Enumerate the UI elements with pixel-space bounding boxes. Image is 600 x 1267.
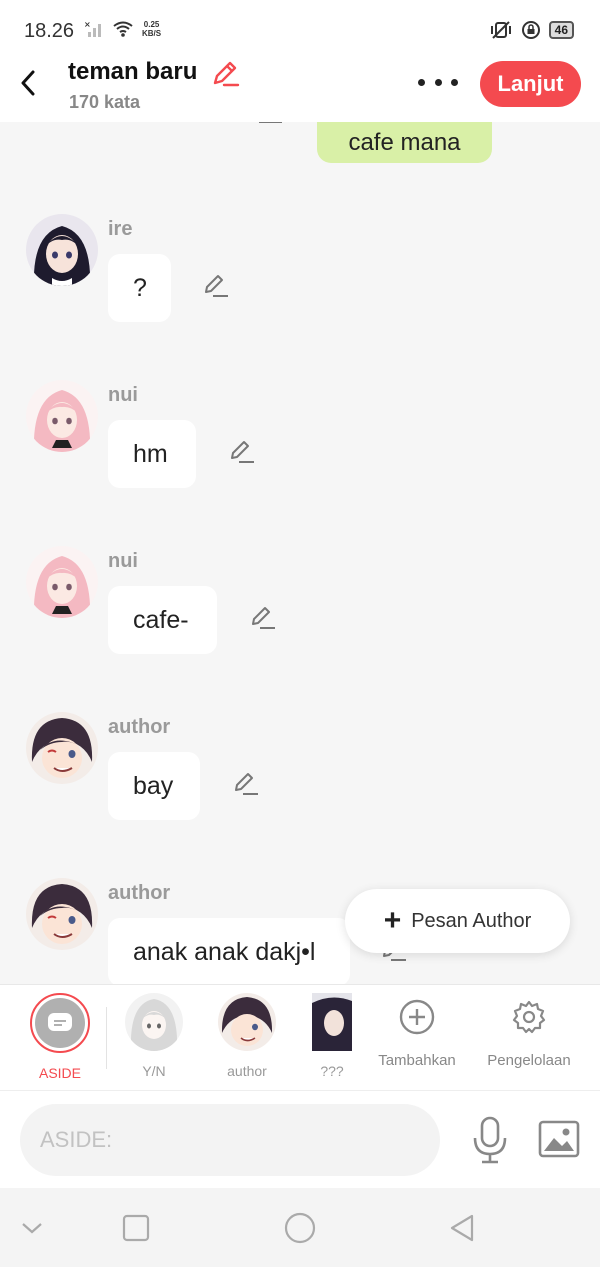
chat-bubble-icon [48,1013,72,1031]
message-row: nui hm [0,380,600,540]
add-author-message-button[interactable]: + Pesan Author [345,889,570,953]
chat-area[interactable]: cafe mana ire ? nui hm nui cafe- author … [0,122,600,984]
character-label: ??? [320,1063,344,1079]
wifi-icon [113,21,133,37]
microphone-icon[interactable] [470,1116,510,1164]
character-label: author [227,1063,267,1079]
character-unknown[interactable]: ??? [302,993,362,1079]
nav-hide-button[interactable] [14,1210,50,1246]
message-bubble[interactable]: ? [108,254,171,322]
word-count: 170 kata [69,92,141,112]
system-navigation-bar [0,1188,600,1267]
sender-name: author [108,882,171,904]
edit-message-icon[interactable] [202,272,230,300]
character-yn[interactable]: Y/N [117,993,191,1079]
plus-icon: + [383,904,402,937]
character-author[interactable]: author [210,993,284,1079]
status-bar: 18.26 × 0.25 KB/S 46 [0,0,600,56]
message-input[interactable] [20,1104,440,1176]
sender-name: nui [108,384,138,406]
edit-message-icon[interactable] [228,438,256,466]
avatar[interactable] [26,712,98,784]
triangle-back-icon [450,1214,474,1242]
manage-label: Pengelolaan [487,1052,571,1069]
sender-name: ire [108,218,133,240]
message-row: author bay [0,712,600,872]
add-character-button[interactable]: Tambahkan [374,999,460,1069]
image-icon[interactable] [538,1120,580,1158]
more-options-button[interactable] [418,70,458,94]
character-selector: ASIDE Y/N author ??? Tambahkan Pengelola… [0,984,600,1090]
story-title: teman baru [68,58,198,85]
nav-recents-button[interactable] [118,1210,154,1246]
circle-icon [284,1212,316,1244]
back-button[interactable] [14,66,42,100]
character-aside[interactable]: ASIDE [23,993,97,1081]
signal-off-icon: × [84,20,101,37]
add-circle-icon [399,999,435,1035]
avatar[interactable] [26,214,98,286]
fab-label: Pesan Author [411,909,532,932]
chevron-down-icon [22,1223,42,1234]
message-bubble[interactable]: anak anak dakj•l [108,918,350,984]
nav-back-button[interactable] [444,1210,480,1246]
status-time: 18.26 [24,20,75,42]
avatar [125,993,183,1051]
avatar [30,993,90,1053]
chat-header: teman baru 170 kata Lanjut [0,56,600,122]
message-row: ire ? [0,214,600,374]
message-bubble[interactable]: cafe- [108,586,217,654]
avatar[interactable] [26,878,98,950]
sender-name: nui [108,550,138,572]
rotation-lock-icon [521,21,540,39]
net-speed: 0.25 KB/S [142,20,162,38]
add-character-label: Tambahkan [378,1052,456,1069]
avatar [218,993,276,1051]
avatar[interactable] [26,380,98,452]
message-bubble[interactable]: bay [108,752,200,820]
character-label: ASIDE [38,1065,81,1081]
square-icon [122,1214,150,1242]
svg-text:×: × [84,20,91,29]
avatar [312,993,352,1051]
message-bubble[interactable]: hm [108,420,196,488]
character-label: Y/N [142,1063,166,1079]
edit-message-icon[interactable] [232,770,260,798]
next-button[interactable]: Lanjut [480,61,581,107]
edit-title-icon[interactable] [210,58,240,88]
message-bubble-right[interactable]: cafe mana [317,122,492,163]
vibrate-off-icon [490,21,511,39]
sender-name: author [108,716,171,738]
nav-home-button[interactable] [282,1210,318,1246]
composer [0,1090,600,1188]
battery-indicator: 46 [548,21,574,39]
manage-characters-button[interactable]: Pengelolaan [484,999,574,1069]
edit-message-icon[interactable] [249,604,277,632]
message-row: nui cafe- [0,546,600,706]
avatar[interactable] [26,546,98,618]
edit-message-icon[interactable] [256,122,286,134]
gear-icon [512,1000,546,1034]
back-arrow-icon [21,70,35,96]
